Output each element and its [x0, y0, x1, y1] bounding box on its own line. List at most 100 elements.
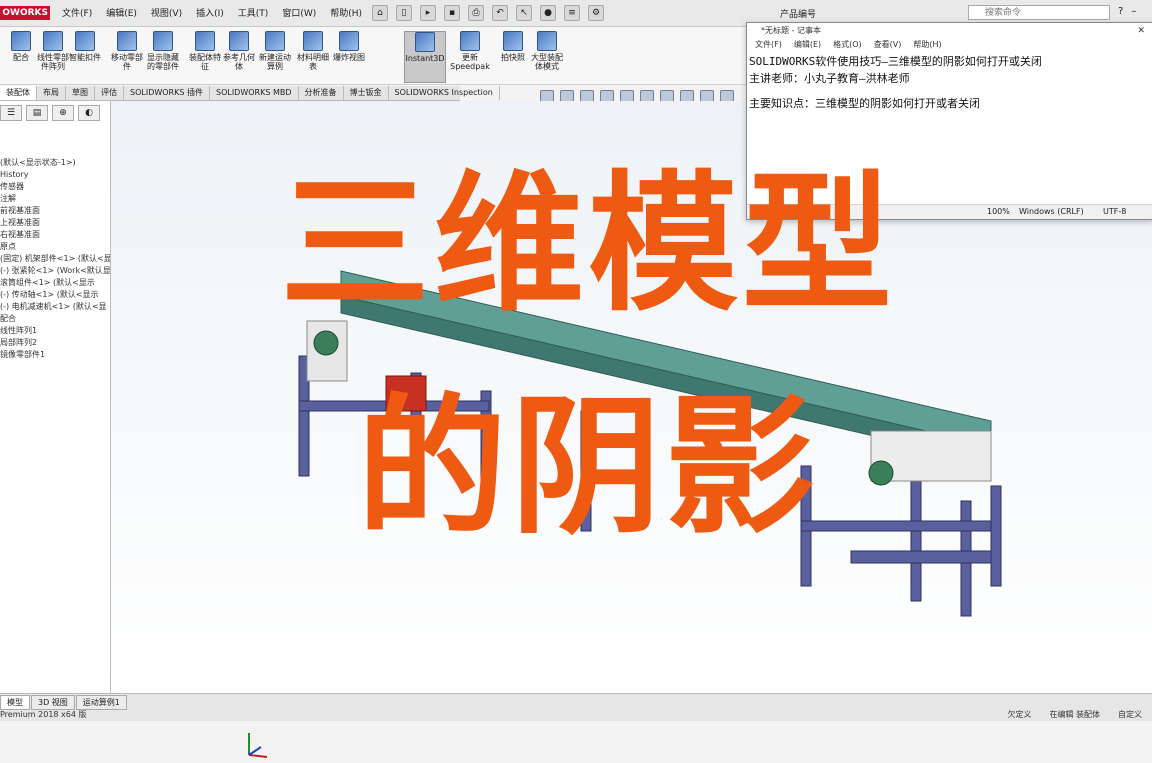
help-icon[interactable]: ?: [1118, 6, 1123, 17]
notepad-title-bar[interactable]: *无标题 - 记事本 ✕: [747, 23, 1152, 39]
overlay-title-line-1: 三维模型: [279, 158, 896, 332]
rebuild-icon[interactable]: ●: [540, 5, 556, 21]
new-document-icon[interactable]: ▯: [396, 5, 412, 21]
tab-addins[interactable]: SOLIDWORKS 插件: [124, 86, 210, 100]
show-hidden-button[interactable]: 显示隐藏的零部件: [146, 31, 180, 81]
tree-item[interactable]: 滚筒组件<1> (默认<显示: [0, 277, 110, 289]
close-icon[interactable]: ✕: [1137, 23, 1145, 39]
tree-item[interactable]: 右视基准面: [0, 229, 110, 241]
np-menu-format[interactable]: 格式(O): [833, 39, 862, 51]
menu-edit[interactable]: 编辑(E): [106, 6, 137, 19]
update-speedpak-button[interactable]: 更新 Speedpak: [450, 31, 490, 81]
reference-geometry-button[interactable]: 参考几何体: [222, 31, 256, 81]
tree-item[interactable]: (固定) 机架部件<1> (默认<显: [0, 253, 110, 265]
tree-item[interactable]: (-) 张紧轮<1> (Work<默认显: [0, 265, 110, 277]
tree-item[interactable]: 注解: [0, 193, 110, 205]
linear-pattern-button[interactable]: 线性零部件阵列: [36, 31, 70, 81]
large-assembly-mode-button[interactable]: 大型装配体模式: [530, 31, 564, 81]
tree-item[interactable]: 线性阵列1: [0, 325, 110, 337]
tab-3d-views[interactable]: 3D 视图: [31, 695, 75, 710]
tree-item[interactable]: (-) 电机减速机<1> (默认<显: [0, 301, 110, 313]
window-title: 产品编号: [780, 10, 817, 20]
window-controls: ? –: [1118, 6, 1136, 17]
minimize-icon[interactable]: –: [1131, 6, 1136, 17]
tree-item[interactable]: 镜像零部件1: [0, 349, 110, 361]
tree-item[interactable]: 传感器: [0, 181, 110, 193]
move-component-button[interactable]: 移动零部件: [110, 31, 144, 81]
move-icon: [117, 31, 137, 51]
menu-file[interactable]: 文件(F): [62, 6, 92, 19]
speedpak-icon: [460, 31, 480, 51]
options-gear-icon[interactable]: ⚙: [588, 5, 604, 21]
feature-manager-tab-icon[interactable]: ☰: [0, 105, 22, 121]
main-menu: 文件(F) 编辑(E) 视图(V) 插入(I) 工具(T) 窗口(W) 帮助(H…: [62, 6, 362, 19]
motion-study-icon: [265, 31, 285, 51]
tree-item[interactable]: 上视基准面: [0, 217, 110, 229]
tree-item[interactable]: History: [0, 169, 110, 181]
tab-model[interactable]: 模型: [0, 695, 30, 710]
bom-icon: [303, 31, 323, 51]
home-icon[interactable]: ⌂: [372, 5, 388, 21]
menu-tools[interactable]: 工具(T): [238, 6, 269, 19]
tree-item[interactable]: 原点: [0, 241, 110, 253]
property-manager-tab-icon[interactable]: ▤: [26, 105, 48, 121]
notepad-line: 主讲老师：小丸子教育—洪林老师: [749, 72, 910, 85]
undo-icon[interactable]: ↶: [492, 5, 508, 21]
tab-mbd[interactable]: SOLIDWORKS MBD: [210, 86, 299, 100]
notepad-title: *无标题 - 记事本: [761, 26, 821, 35]
smart-fasteners-button[interactable]: 智能扣件: [68, 31, 102, 81]
menu-view[interactable]: 视图(V): [151, 6, 182, 19]
mate-button[interactable]: 配合: [4, 31, 38, 81]
np-menu-file[interactable]: 文件(F): [755, 39, 782, 51]
save-icon[interactable]: ▪: [444, 5, 460, 21]
notepad-menu: 文件(F) 编辑(E) 格式(O) 查看(V) 帮助(H): [747, 39, 1152, 51]
take-snapshot-button[interactable]: 拍快照: [496, 31, 530, 81]
tab-inspection[interactable]: SOLIDWORKS Inspection: [389, 86, 500, 100]
print-icon[interactable]: ⎙: [468, 5, 484, 21]
bottom-tabs: 模型 3D 视图 运动算例1: [0, 695, 128, 710]
open-folder-icon[interactable]: ▸: [420, 5, 436, 21]
tab-sheetmetal[interactable]: 博士钣金: [344, 86, 389, 100]
new-motion-study-button[interactable]: 新建运动算例: [258, 31, 292, 81]
np-menu-help[interactable]: 帮助(H): [913, 39, 941, 51]
quick-access-toolbar: ⌂ ▯ ▸ ▪ ⎙ ↶ ↖ ● ≡ ⚙: [372, 5, 604, 21]
reference-geometry-icon: [229, 31, 249, 51]
search-input[interactable]: 搜索命令: [968, 5, 1110, 20]
tab-analysis[interactable]: 分析准备: [299, 86, 344, 100]
tab-evaluate[interactable]: 评估: [95, 86, 124, 100]
version-label: Premium 2018 x64 版: [0, 710, 87, 719]
tree-item[interactable]: 前视基准面: [0, 205, 110, 217]
tab-sketch[interactable]: 草图: [66, 86, 95, 100]
notepad-text-area[interactable]: SOLIDWORKS软件使用技巧—三维模型的阴影如何打开或关闭 主讲老师：小丸子…: [747, 51, 1152, 114]
np-menu-view[interactable]: 查看(V): [874, 39, 902, 51]
status-right: 欠定义 在编辑 装配体 自定义: [1007, 709, 1142, 720]
tree-item[interactable]: 配合: [0, 313, 110, 325]
solidworks-logo[interactable]: OWORKS: [0, 6, 50, 20]
configuration-manager-tab-icon[interactable]: ⊕: [52, 105, 74, 121]
menu-window[interactable]: 窗口(W): [282, 6, 316, 19]
line-ending: Windows (CRLF): [1019, 207, 1084, 216]
select-icon[interactable]: ↖: [516, 5, 532, 21]
notepad-line: 主要知识点：三维模型的阴影如何打开或者关闭: [749, 97, 980, 110]
exploded-view-icon: [339, 31, 359, 51]
menu-insert[interactable]: 插入(I): [196, 6, 224, 19]
tab-layout[interactable]: 布局: [37, 86, 66, 100]
units-status[interactable]: 自定义: [1118, 709, 1142, 720]
panel-tabs: ☰ ▤ ⊕ ◐: [0, 105, 100, 121]
assembly-features-button[interactable]: 装配体特征: [188, 31, 222, 81]
tree-item[interactable]: (默认<显示状态-1>): [0, 157, 110, 169]
display-manager-tab-icon[interactable]: ◐: [78, 105, 100, 121]
np-menu-edit[interactable]: 编辑(E): [794, 39, 821, 51]
status-bar: 模型 3D 视图 运动算例1 Premium 2018 x64 版 欠定义 在编…: [0, 693, 1152, 721]
tab-assembly[interactable]: 装配体: [0, 86, 37, 100]
bill-of-materials-button[interactable]: 材料明细表: [296, 31, 330, 81]
notepad-line: SOLIDWORKS软件使用技巧—三维模型的阴影如何打开或关闭: [749, 55, 1042, 68]
tab-motion-study[interactable]: 运动算例1: [75, 695, 127, 710]
tree-item[interactable]: (-) 传动轴<1> (默认<显示: [0, 289, 110, 301]
assembly-feature-icon: [195, 31, 215, 51]
tree-item[interactable]: 局部阵列2: [0, 337, 110, 349]
exploded-view-button[interactable]: 爆炸视图: [332, 31, 366, 81]
instant3d-button[interactable]: Instant3D: [404, 31, 446, 83]
file-properties-icon[interactable]: ≡: [564, 5, 580, 21]
menu-help[interactable]: 帮助(H): [330, 6, 362, 19]
